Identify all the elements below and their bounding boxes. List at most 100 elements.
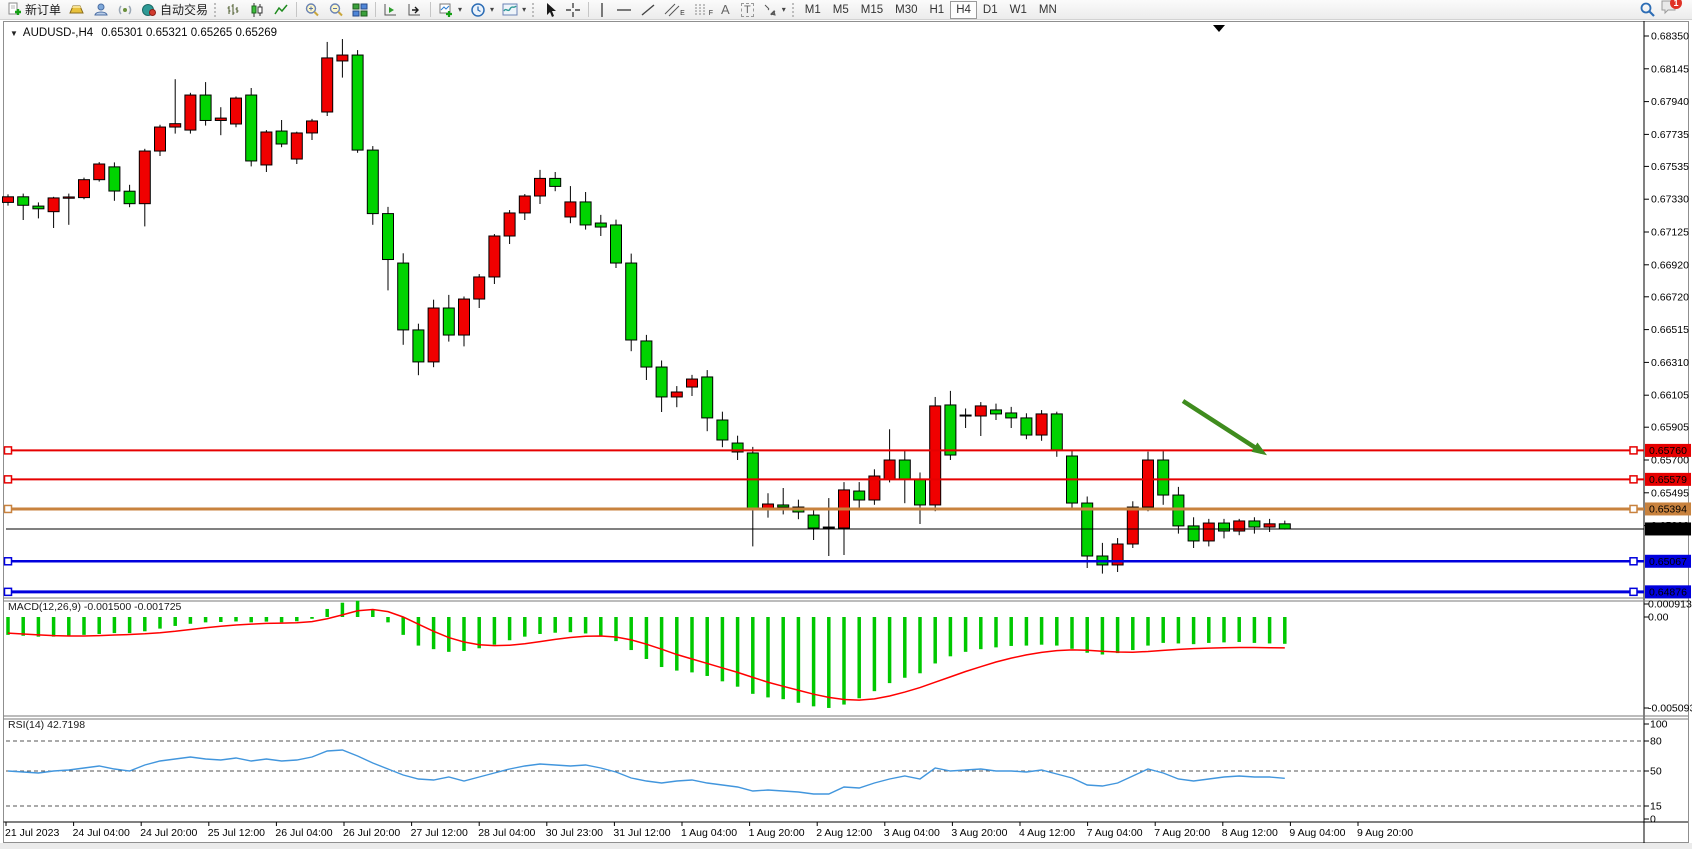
candlestick-series	[3, 39, 1291, 574]
svg-text:30 Jul 23:00: 30 Jul 23:00	[546, 827, 603, 839]
horizontal-line-button[interactable]	[612, 1, 636, 19]
svg-text:0.67125: 0.67125	[1651, 227, 1689, 239]
trendline-icon	[640, 2, 656, 18]
candle-body	[489, 236, 500, 277]
label-tool-icon: T	[741, 3, 754, 17]
candle-body	[702, 377, 713, 418]
horizontal-line-object[interactable]	[5, 447, 1645, 454]
zoom-in-icon	[304, 2, 320, 18]
candle-body	[550, 178, 561, 186]
svg-text:0.65760: 0.65760	[1649, 445, 1687, 457]
new-order-icon	[7, 2, 22, 17]
svg-text:21 Jul 2023: 21 Jul 2023	[5, 827, 59, 839]
notifications-button[interactable]: 1	[1660, 0, 1678, 20]
svg-text:0: 0	[1650, 814, 1656, 826]
template-icon	[502, 2, 518, 18]
timeframe-M5[interactable]: M5	[827, 1, 855, 19]
candle-body	[276, 131, 287, 144]
horizontal-line-object[interactable]	[5, 476, 1645, 483]
svg-text:24 Jul 20:00: 24 Jul 20:00	[140, 827, 197, 839]
new-chart-icon	[438, 2, 454, 18]
macd-pane: 0.0009130.00-0.005093	[6, 599, 1692, 715]
candle-body	[352, 55, 363, 150]
horizontal-line-object[interactable]	[5, 558, 1645, 565]
svg-text:0.66920: 0.66920	[1651, 259, 1689, 271]
svg-text:0.67735: 0.67735	[1651, 129, 1689, 141]
cursor-button[interactable]	[539, 1, 561, 19]
candle-body	[626, 263, 637, 340]
svg-text:0.66310: 0.66310	[1651, 357, 1689, 369]
svg-text:24 Jul 04:00: 24 Jul 04:00	[73, 827, 130, 839]
candle-body	[611, 225, 622, 263]
tile-windows-button[interactable]	[348, 1, 372, 19]
crosshair-button[interactable]	[561, 1, 585, 19]
gold-ingot-icon	[69, 2, 85, 17]
toolbar-grip	[214, 3, 219, 17]
candle-body	[33, 206, 44, 209]
timeframe-MN[interactable]: MN	[1033, 1, 1063, 19]
svg-text:0.67535: 0.67535	[1651, 161, 1689, 173]
chart-shift-button[interactable]	[403, 1, 427, 19]
horizontal-line-object[interactable]	[5, 505, 1645, 512]
market-watch-button[interactable]	[65, 1, 89, 19]
svg-text:9 Aug 20:00: 9 Aug 20:00	[1357, 827, 1413, 839]
signal-button[interactable]	[113, 1, 137, 19]
equidistant-channel-button[interactable]: E	[660, 1, 689, 19]
candle-body	[1006, 413, 1017, 418]
price-badge: 0.64876	[1645, 585, 1691, 598]
candle-body	[504, 213, 515, 236]
svg-text:9 Aug 04:00: 9 Aug 04:00	[1289, 827, 1345, 839]
text-tool-button[interactable]: A	[717, 1, 737, 19]
chevron-down-icon: ▾	[522, 5, 526, 14]
zoom-out-button[interactable]	[324, 1, 348, 19]
candle-body	[519, 196, 530, 213]
timeframe-M1[interactable]: M1	[799, 1, 827, 19]
zoom-in-button[interactable]	[300, 1, 324, 19]
macd-label: MACD(12,26,9) -0.001500 -0.001725	[8, 601, 181, 613]
svg-text:0.66720: 0.66720	[1651, 291, 1689, 303]
symbol-dropdown-icon[interactable]: ▼	[10, 29, 18, 38]
profile-button[interactable]	[89, 1, 113, 19]
svg-text:0.64876: 0.64876	[1649, 586, 1687, 598]
svg-text:0.67330: 0.67330	[1651, 194, 1689, 206]
template-button[interactable]: ▾	[498, 1, 530, 19]
candle-body	[960, 415, 971, 416]
timeframe-H1[interactable]: H1	[924, 1, 951, 19]
candle-body	[443, 308, 454, 335]
new-chart-button[interactable]: ▾	[434, 1, 466, 19]
svg-text:0.00: 0.00	[1648, 612, 1669, 624]
candle-body	[641, 341, 652, 367]
candle-body	[94, 164, 105, 180]
timeframe-M30[interactable]: M30	[889, 1, 923, 19]
search-icon	[1639, 1, 1656, 18]
chart-canvas[interactable]: 0.683500.681450.679400.677350.675350.673…	[0, 20, 1692, 849]
fibonacci-button[interactable]: F	[689, 1, 717, 19]
vertical-line-button[interactable]	[592, 1, 612, 19]
horizontal-line-object[interactable]	[5, 588, 1645, 595]
trendline-button[interactable]	[636, 1, 660, 19]
svg-text:0.65067: 0.65067	[1649, 556, 1687, 568]
svg-text:0.65579: 0.65579	[1649, 474, 1687, 486]
new-order-button[interactable]: 新订单	[3, 1, 65, 19]
arrows-tool-button[interactable]: ▾	[758, 1, 790, 19]
auto-trading-label: 自动交易	[160, 1, 208, 18]
auto-scroll-button[interactable]	[379, 1, 403, 19]
timeframe-M15[interactable]: M15	[855, 1, 889, 19]
period-button[interactable]: ▾	[466, 1, 498, 19]
rsi-label: RSI(14) 42.7198	[8, 719, 85, 731]
candle-body	[899, 460, 910, 479]
sell-arrow-object[interactable]	[1183, 401, 1267, 455]
chart-shift-marker[interactable]	[1213, 25, 1225, 32]
search-button[interactable]	[1635, 1, 1660, 19]
signal-icon	[117, 2, 133, 17]
timeframe-H4[interactable]: H4	[950, 1, 977, 19]
new-order-label: 新订单	[25, 1, 61, 18]
chart-window: 0.683500.681450.679400.677350.675350.673…	[0, 20, 1692, 843]
candlestick-chart-button[interactable]	[245, 1, 269, 19]
timeframe-D1[interactable]: D1	[977, 1, 1004, 19]
bar-chart-button[interactable]	[221, 1, 245, 19]
line-chart-button[interactable]	[269, 1, 293, 19]
label-tool-button[interactable]: T	[737, 1, 758, 19]
timeframe-W1[interactable]: W1	[1004, 1, 1033, 19]
auto-trading-button[interactable]: 自动交易	[137, 1, 212, 19]
